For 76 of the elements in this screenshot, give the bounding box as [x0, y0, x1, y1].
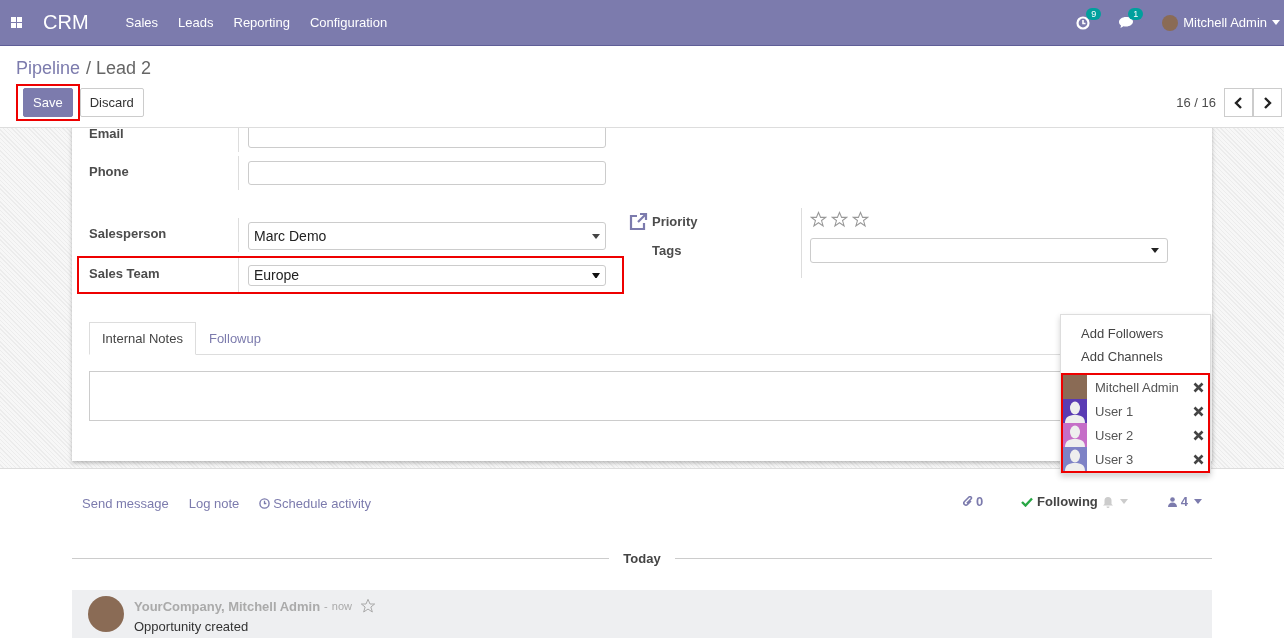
- app-title: CRM: [43, 11, 89, 34]
- follower-name: Mitchell Admin: [1095, 379, 1179, 395]
- caret-icon[interactable]: [1194, 499, 1202, 504]
- close-icon: [1193, 429, 1204, 441]
- user-avatar: [1162, 14, 1179, 31]
- user-menu[interactable]: Mitchell Admin: [1183, 15, 1267, 30]
- close-icon: [1193, 381, 1204, 393]
- star-icon[interactable]: [359, 598, 376, 614]
- external-link-icon[interactable]: [628, 212, 648, 232]
- caret-icon: [592, 233, 600, 239]
- star-icon[interactable]: [831, 211, 848, 228]
- next-button[interactable]: [1253, 88, 1282, 117]
- text-field[interactable]: [248, 161, 606, 185]
- message-author: YourCompany, Mitchell Admin: [134, 598, 321, 614]
- menu-item[interactable]: Add Channels: [1061, 345, 1210, 368]
- follower-name: User 1: [1095, 403, 1134, 419]
- chat-icon[interactable]: [1118, 16, 1135, 29]
- field-label: Sales Team: [89, 258, 239, 292]
- pager-count: 16 / 16: [1176, 95, 1216, 110]
- chatter-link[interactable]: Send message: [82, 496, 169, 511]
- notification-badge: 1: [1128, 8, 1144, 20]
- menu-item[interactable]: Sales: [125, 15, 159, 30]
- previous-button[interactable]: [1224, 88, 1253, 117]
- text-field[interactable]: [248, 128, 606, 148]
- remove-button[interactable]: [1193, 453, 1204, 465]
- field-label: Salesperson: [89, 218, 239, 252]
- apps-menu-icon[interactable]: [11, 17, 22, 28]
- attachments-button[interactable]: 0: [962, 494, 984, 509]
- author-avatar: [88, 596, 124, 632]
- menu-item[interactable]: Reporting: [233, 15, 290, 30]
- separator-text: -: [324, 600, 328, 612]
- chevron-right-icon: [1263, 96, 1272, 109]
- follower-name: User 3: [1095, 451, 1134, 467]
- avatar-photo: [1063, 375, 1087, 399]
- menu-item[interactable]: Add Followers: [1061, 322, 1210, 345]
- field-value: Europe: [254, 267, 300, 283]
- following-button[interactable]: Following: [1021, 494, 1098, 509]
- field-label: Priority: [652, 214, 699, 229]
- field-label: Tags: [652, 243, 683, 258]
- field-value: Marc Demo: [254, 228, 327, 244]
- chevron-left-icon: [1234, 96, 1243, 109]
- notification-badge: 9: [1086, 7, 1102, 20]
- paperclip-icon: [962, 496, 973, 507]
- followers-button[interactable]: 4: [1167, 494, 1188, 509]
- check-icon: [1021, 496, 1034, 507]
- remove-button[interactable]: [1193, 405, 1204, 417]
- caret-icon: [592, 272, 600, 278]
- caret-icon: [1272, 20, 1280, 25]
- menu-item[interactable]: Configuration: [309, 15, 388, 30]
- clock-icon: [259, 498, 271, 509]
- chatter-link[interactable]: Log note: [188, 496, 240, 511]
- remove-button[interactable]: [1193, 429, 1204, 441]
- star-icon[interactable]: [852, 211, 869, 228]
- menu-item[interactable]: Leads: [178, 15, 214, 30]
- breadcrumb-link[interactable]: Pipeline: [16, 58, 81, 79]
- star-icon[interactable]: [810, 211, 827, 228]
- activity-clock-icon[interactable]: [1076, 15, 1091, 30]
- person-icon: [1167, 496, 1177, 507]
- breadcrumb-current: / Lead 2: [86, 58, 152, 79]
- dropdown-field[interactable]: Europe: [248, 264, 606, 286]
- close-icon: [1193, 405, 1204, 417]
- dropdown-field[interactable]: Marc Demo: [248, 222, 606, 250]
- follower-name: User 2: [1095, 427, 1134, 443]
- field-label: Email: [89, 128, 239, 152]
- chatter-link[interactable]: Schedule activity: [259, 496, 371, 511]
- message-body: Opportunity created: [134, 619, 250, 634]
- message-time: now: [331, 600, 352, 612]
- save-button[interactable]: Save: [23, 88, 73, 117]
- tab[interactable]: Followup: [195, 322, 274, 355]
- remove-button[interactable]: [1193, 381, 1204, 393]
- field-label: Phone: [89, 156, 239, 190]
- tab[interactable]: Internal Notes: [89, 322, 196, 355]
- close-icon: [1193, 453, 1204, 465]
- caret-icon: [1151, 248, 1159, 253]
- date-divider-label: Today: [623, 551, 661, 566]
- discard-button[interactable]: Discard: [79, 88, 144, 117]
